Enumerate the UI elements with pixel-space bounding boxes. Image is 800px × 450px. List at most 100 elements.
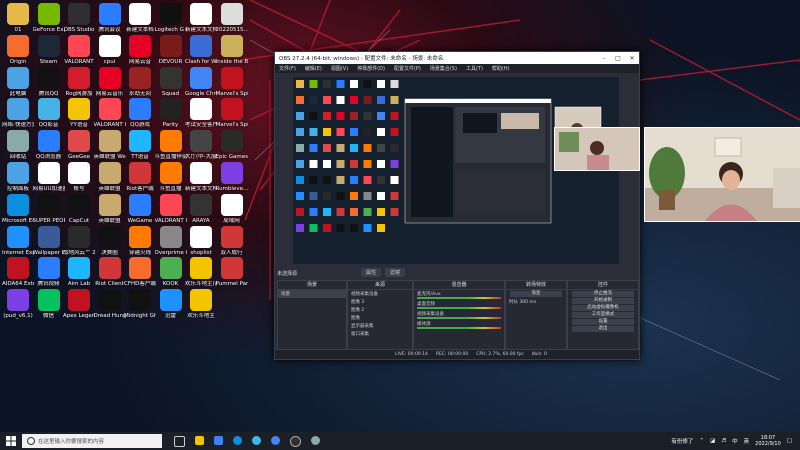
desktop-icon[interactable]: 网易UU加速器 <box>33 162 65 192</box>
desktop-icon[interactable]: 账号 <box>63 162 95 192</box>
desktop-icon[interactable]: 腾讯会议 <box>94 3 126 33</box>
desktop-icon[interactable]: Internet Explorer <box>2 225 34 256</box>
desktop-icon[interactable]: Squad <box>155 66 187 97</box>
desktop-icon[interactable]: 20220515... <box>216 3 248 33</box>
control-button[interactable]: 停止推流 <box>572 291 634 297</box>
desktop-icon[interactable]: DEVOUR <box>155 34 187 65</box>
mail-icon[interactable] <box>214 435 223 445</box>
notice-text[interactable]: 有份修了 <box>671 437 693 445</box>
source-item[interactable]: 视频采集设备 <box>348 290 412 298</box>
desktop-icon[interactable]: Steam <box>33 34 65 65</box>
desktop-icon[interactable]: Inside the Backrooms <box>216 34 248 65</box>
source-item[interactable]: 窗口采集 <box>348 330 412 338</box>
volume-meter[interactable] <box>417 317 501 319</box>
desktop-icon[interactable]: OBS Studio <box>63 3 95 33</box>
desktop-icon[interactable]: Rumbleve... <box>216 162 248 192</box>
menu-item[interactable]: 场景集合(S) <box>430 65 457 72</box>
mixer-channel[interactable]: 媒体源 <box>414 320 504 330</box>
desktop-icon[interactable]: 迅雷 <box>155 289 187 319</box>
desktop-icon[interactable]: Dread Hunger <box>94 289 126 319</box>
start-button[interactable] <box>0 436 22 446</box>
desktop-icon[interactable]: 新建文本文档 <box>185 162 217 192</box>
desktop-icon[interactable]: 欢乐斗地主(游戏版) <box>185 257 217 287</box>
app-taskbar-icon[interactable] <box>311 435 320 445</box>
chrome-icon[interactable] <box>271 435 280 445</box>
control-button[interactable]: 退出 <box>572 326 634 332</box>
minimize-icon[interactable]: – <box>597 55 611 62</box>
desktop-icon[interactable]: 腾讯QQ <box>33 66 65 97</box>
desktop-icon[interactable]: TT语音 <box>124 130 156 160</box>
volume-icon[interactable]: ♬ <box>721 438 726 444</box>
desktop-icon[interactable]: 斗鱼直播伴侣 <box>155 130 187 160</box>
desktop-icon[interactable]: 英雄联盟 <box>94 193 126 224</box>
desktop-icon[interactable]: 新建文本档 <box>124 3 156 33</box>
desktop-icon[interactable]: QQ游戏 <box>124 98 156 128</box>
desktop-icon[interactable]: 网易云音 <box>124 34 156 65</box>
desktop-icon[interactable]: Marvel's Spider-M... <box>216 66 248 97</box>
scene-item[interactable]: 场景 <box>278 290 346 298</box>
desktop-icon[interactable]: 控制面板 <box>2 162 34 192</box>
desktop-icon[interactable]: 回收站 <box>2 130 34 160</box>
desktop-icon[interactable]: 永劫无间 <box>124 66 156 97</box>
desktop-icon[interactable]: 此电脑 <box>2 66 34 97</box>
control-button[interactable]: 工作室模式 <box>572 312 634 318</box>
desktop-icon[interactable]: Aim Lab <box>63 257 95 287</box>
desktop-icon[interactable]: CFHD客户端 (放大版) <box>124 257 156 287</box>
edge-icon[interactable] <box>233 435 242 445</box>
desktop-icon[interactable]: 腾讯视频 <box>33 257 65 287</box>
properties-button[interactable]: 属性 <box>361 268 382 277</box>
desktop-icon[interactable]: 英雄联盟 <box>94 162 126 192</box>
desktop-icon[interactable]: 新建文本文档 <box>185 3 217 33</box>
desktop-icon[interactable]: VALORANT <box>63 34 95 65</box>
desktop-icon[interactable]: Riot客户端 <box>124 162 156 192</box>
desktop-icon[interactable]: Epic Games Launcher <box>216 130 248 160</box>
source-item[interactable]: 图像 <box>348 314 412 322</box>
desktop-icon[interactable]: QQ影音 <box>33 98 65 128</box>
desktop-icon[interactable]: QQ浏览器 <box>33 130 65 160</box>
obs-window[interactable]: OBS 27.2.4 (64-bit, windows) - 配置文件: 未命名… <box>274 51 640 360</box>
menu-item[interactable]: 编辑(E) <box>305 65 322 72</box>
desktop-icon[interactable]: Wallpaper Engine: ... <box>33 225 65 256</box>
control-button[interactable]: 启动虚拟摄像机 <box>572 305 634 311</box>
menu-item[interactable]: 停靠部件(D) <box>357 65 385 72</box>
desktop-icon[interactable]: Midnight Ghost Hunt <box>124 289 156 319</box>
desktop-icon[interactable]: 战地风云™ 2042 <box>63 225 95 256</box>
chevron-up-icon[interactable]: ⌃ <box>699 438 704 444</box>
transition-select[interactable]: 渐变 <box>510 291 562 297</box>
control-button[interactable]: 开始录制 <box>572 298 634 304</box>
desktop-icon[interactable]: 决赛圈 <box>94 225 126 256</box>
desktop-icon[interactable]: SUPER PEOPLE CBT <box>33 193 65 224</box>
network-icon[interactable]: ◪ <box>710 438 715 444</box>
desktop-icon[interactable]: 网络-快速方式 <box>2 98 34 128</box>
desktop-icon[interactable]: AIDA64 Extreme <box>2 257 34 287</box>
menu-item[interactable]: 工具(T) <box>466 65 483 72</box>
desktop-icon[interactable]: 考试安全客户端 <box>185 98 217 128</box>
desktop-icon[interactable]: GeForce Experience <box>33 3 65 33</box>
desktop-icon[interactable]: Microsoft Edge <box>2 193 34 224</box>
menu-item[interactable]: 帮助(H) <box>492 65 510 72</box>
desktop-icon[interactable]: Overprime CBT Client <box>155 225 187 256</box>
file-explorer-icon[interactable] <box>195 435 204 445</box>
obs-titlebar[interactable]: OBS 27.2.4 (64-bit, windows) - 配置文件: 未命名… <box>275 52 639 64</box>
desktop-icon[interactable]: 局域网 <box>216 193 248 224</box>
filters-button[interactable]: 滤镜 <box>385 268 406 277</box>
desktop-icon[interactable]: 微信 <box>33 289 65 319</box>
desktop-icon[interactable]: 01 <box>2 3 34 33</box>
qq-browser-icon[interactable] <box>252 435 261 445</box>
source-item[interactable]: 图像 2 <box>348 306 412 314</box>
desktop-icon[interactable]: Pummel Party <box>216 257 248 287</box>
volume-meter[interactable] <box>417 327 501 329</box>
notification-icon[interactable]: □ <box>787 438 792 444</box>
desktop-icon[interactable]: Clash for Windows <box>185 34 217 65</box>
obs-taskbar-icon[interactable] <box>290 435 301 447</box>
mixer-channel[interactable]: 麦克风/Aux <box>414 290 504 300</box>
desktop-icon[interactable]: Parity <box>155 98 187 128</box>
desktop-icon[interactable]: Riot Client <box>94 257 126 287</box>
desktop-icon[interactable]: 斗鱼直播 <box>155 162 187 192</box>
maximize-icon[interactable]: □ <box>611 55 625 62</box>
clock[interactable]: 18:07 2022/9/10 <box>755 435 781 447</box>
control-button[interactable]: 设置 <box>572 319 634 325</box>
desktop-icon[interactable]: 大厅(中-大服) <box>185 130 217 160</box>
desktop-icon[interactable]: CapCut <box>63 193 95 224</box>
source-item[interactable]: 显示器采集 <box>348 322 412 330</box>
